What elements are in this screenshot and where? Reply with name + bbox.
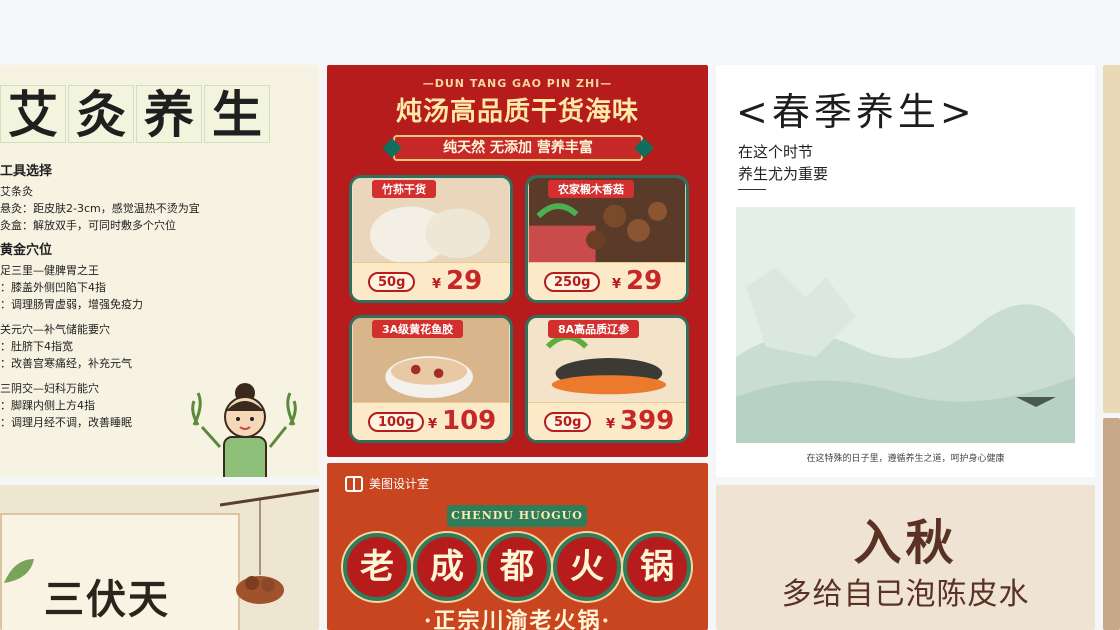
title-char: 成: [413, 533, 481, 601]
title-char: 火: [553, 533, 621, 601]
divider: [738, 189, 766, 190]
body-line: ：肚脐下4指宽: [0, 340, 73, 353]
title-char: 都: [483, 533, 551, 601]
top-bar: [0, 0, 1120, 62]
section-heading: 黄金穴位: [0, 243, 53, 258]
weight-badge: 250g: [544, 272, 601, 292]
body-line: ：调理肠胃虚弱，增强免疫力: [0, 298, 143, 311]
leaf-icon: [4, 559, 34, 583]
price-value: 109: [442, 406, 497, 436]
feature-ribbon: 纯天然 无添加 营养丰富: [393, 135, 643, 161]
card-subtitle: 多给自已泡陈皮水: [781, 577, 1030, 612]
price-value: 29: [626, 266, 663, 296]
title-char: 锅: [623, 533, 691, 601]
card-headline: 炖汤高品质干货海味: [395, 97, 639, 127]
brand-name: 美图设计室: [369, 477, 430, 491]
brand-label: 美图设计室: [345, 475, 429, 492]
section-heading: 工具选择: [0, 164, 53, 179]
body-line: 关元穴—补气储能要穴: [0, 323, 110, 336]
card-tagline: ·正宗川渝老火锅·: [423, 608, 612, 630]
title-circles: 老 成 都 火 锅: [343, 533, 691, 601]
weight-badge: 100g: [368, 412, 425, 432]
body-line: 足三里—健脾胃之王: [0, 264, 99, 277]
title-char: 老: [343, 533, 411, 601]
currency-symbol: ¥: [428, 417, 438, 432]
price-value: 399: [620, 406, 675, 436]
currency-symbol: ¥: [612, 277, 622, 292]
title-char: 生: [204, 85, 270, 144]
card-title: <春季养生>: [736, 90, 976, 134]
currency-symbol: ¥: [432, 277, 442, 292]
cartoon-girl-illustration: [191, 383, 297, 477]
currency-symbol: ¥: [606, 417, 616, 432]
body-line: [0, 313, 300, 321]
product-tile: 竹荪干货 50g ¥ 29: [349, 175, 513, 303]
price-value: 29: [446, 266, 483, 296]
card-subtitle: 在这个时节 养生尤为重要: [738, 141, 828, 185]
subtitle-line: 养生尤为重要: [738, 165, 829, 183]
body-line: 悬灸：距皮肤2-3cm，感觉温热不烫为宜: [0, 202, 200, 215]
template-card-moxibustion[interactable]: 艾 灸 养 生 工具选择艾条灸悬灸：距皮肤2-3cm，感觉温热不烫为宜 灸盒：解放…: [0, 65, 319, 477]
template-card-soup-goods[interactable]: —DUN TANG GAO PIN ZHI— 炖汤高品质干货海味 纯天然 无添加…: [327, 65, 708, 457]
template-card-hotpot[interactable]: 美图设计室 CHENDU HUOGUO 老 成 都 火 锅 ·正宗川渝老火锅·: [327, 463, 708, 630]
card-title: 入秋: [853, 515, 958, 571]
weight-badge: 50g: [544, 412, 592, 432]
card-caption: 在这特殊的日子里，遵循养生之道，呵护身心健康: [806, 454, 1005, 464]
card-title: 三伏天: [44, 576, 170, 623]
title-char: 艾: [0, 85, 66, 144]
body-line: 艾条灸: [0, 185, 33, 198]
template-card-autumn[interactable]: 入秋 多给自已泡陈皮水: [716, 485, 1095, 630]
card-title: 艾 灸 养 生: [0, 85, 270, 144]
product-name-tag: 竹荪干货: [372, 180, 436, 198]
template-card-spring[interactable]: <春季养生> 在这个时节 养生尤为重要 在这特殊的日子里，遵循养生之道，呵护身心…: [716, 65, 1095, 477]
subtitle-line: 在这个时节: [738, 143, 814, 161]
template-card-sanfu[interactable]: 三伏天: [0, 485, 319, 630]
hanging-scale-illustration: [220, 488, 319, 604]
title-char: 养: [136, 85, 202, 144]
product-tile: 农家椴木香菇 250g ¥ 29: [525, 175, 689, 303]
product-name-tag: 8A高品质辽参: [548, 320, 640, 338]
body-line: 灸盒：解放双手，可同时敷多个穴位: [0, 219, 176, 232]
pinyin-subtitle: —DUN TANG GAO PIN ZHI—: [422, 77, 613, 90]
product-tile: 3A级黄花鱼胶 100g ¥ 109: [349, 315, 513, 443]
english-subtitle: CHENDU HUOGUO: [447, 505, 587, 527]
product-tile: 8A高品质辽参 50g ¥ 399: [525, 315, 689, 443]
product-name-tag: 3A级黄花鱼胶: [372, 320, 464, 338]
body-line: ：膝盖外侧凹陷下4指: [0, 281, 106, 294]
template-card-partial[interactable]: [1103, 418, 1120, 630]
weight-badge: 50g: [368, 272, 416, 292]
brand-logo-icon: [345, 475, 363, 492]
template-card-partial[interactable]: [1103, 65, 1120, 413]
misty-landscape-image: [736, 207, 1075, 443]
title-char: 灸: [68, 85, 134, 144]
product-name-tag: 农家椴木香菇: [548, 180, 634, 198]
